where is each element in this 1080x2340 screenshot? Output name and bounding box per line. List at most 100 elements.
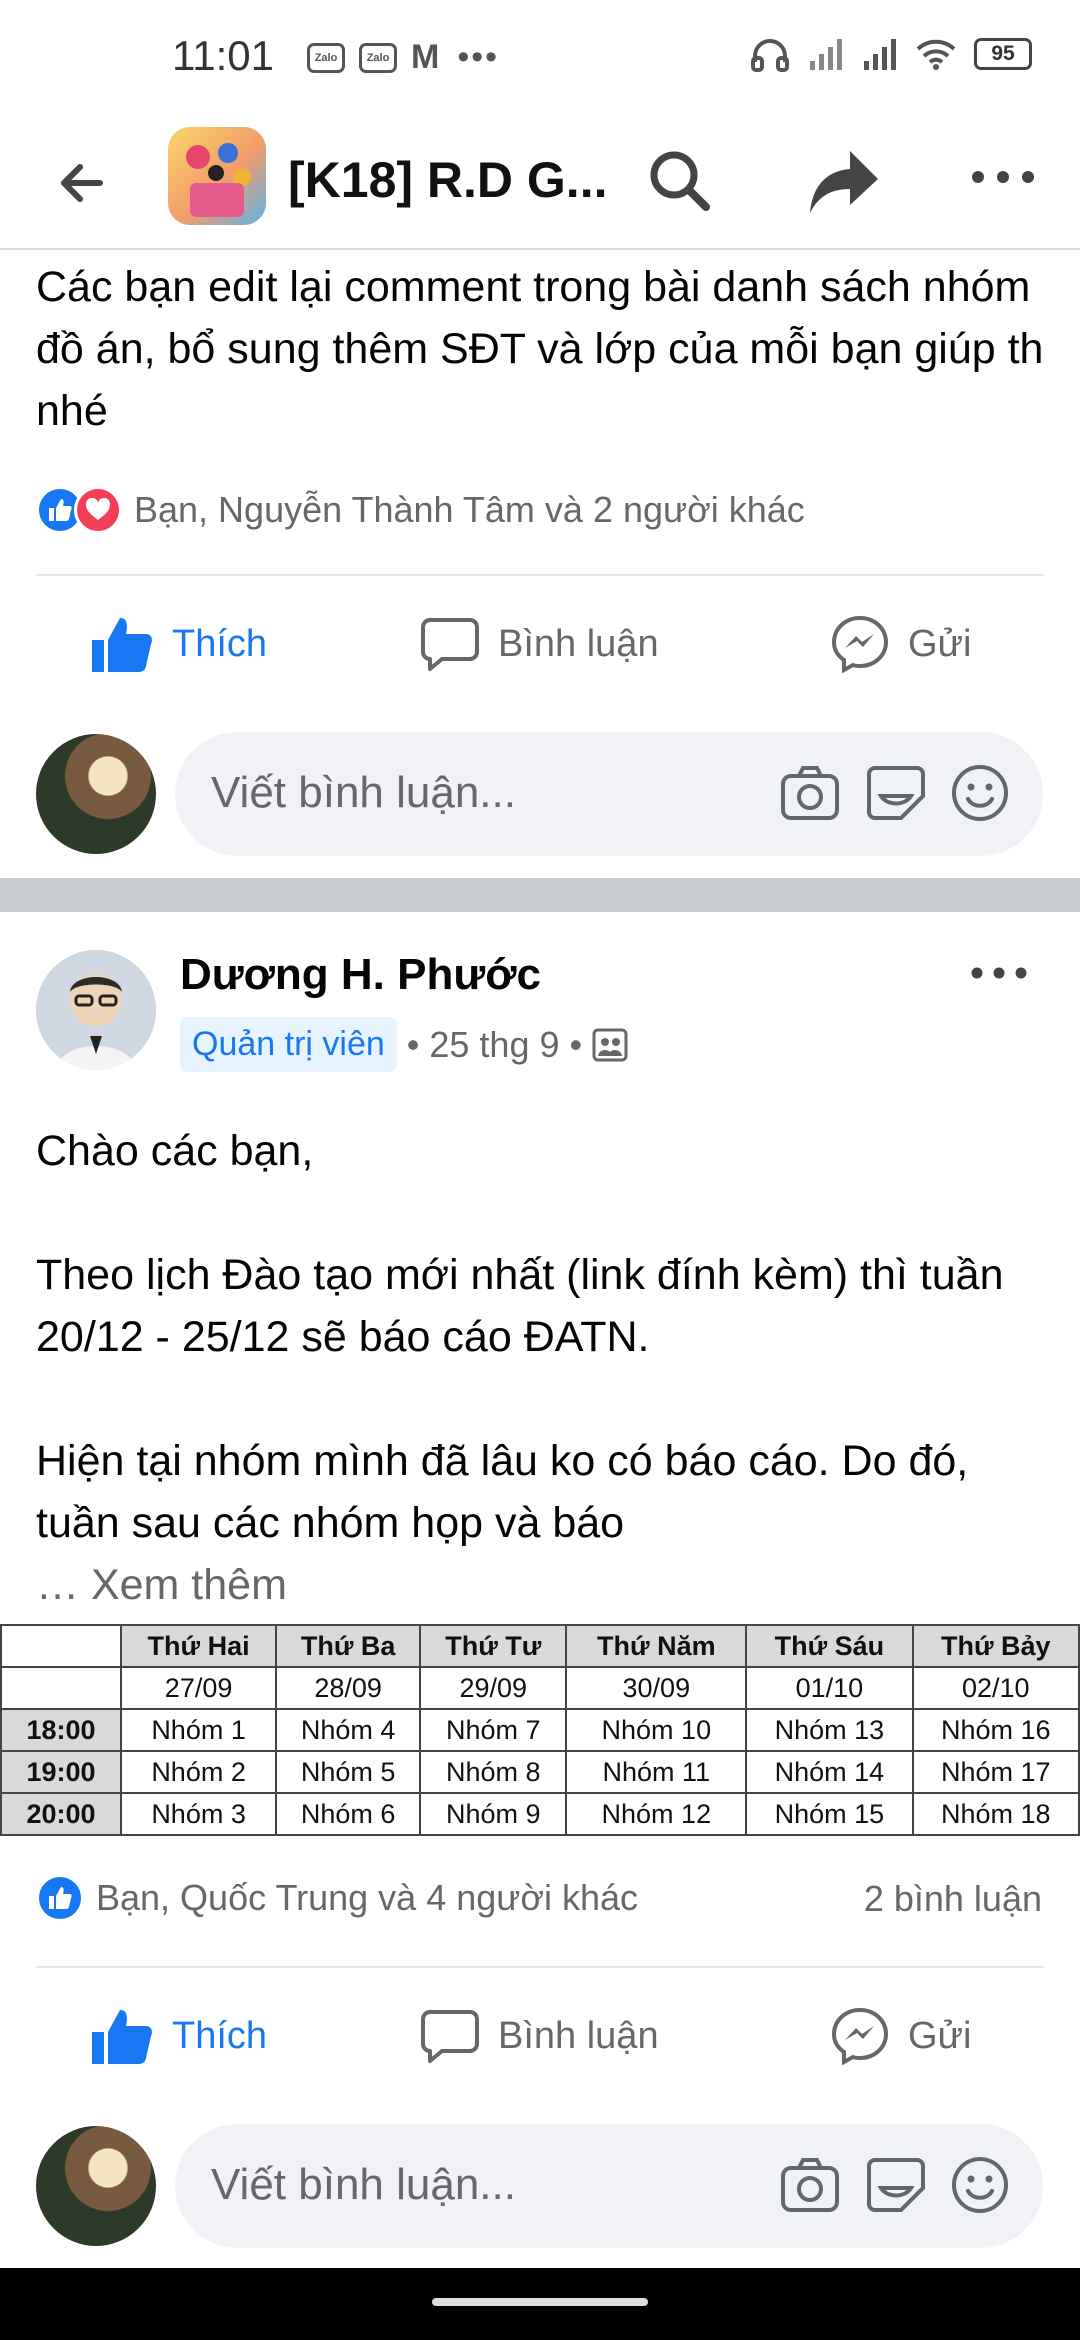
author-name[interactable]: Dương H. Phước [180,950,541,1000]
group-avatar[interactable] [168,127,266,225]
table-cell: Nhóm 13 [745,1708,914,1752]
group-title[interactable]: [K18] R.D G... [288,151,607,209]
thumbs-up-icon [92,618,152,672]
battery-icon: 95 [974,38,1032,70]
comment-input[interactable]: Viết bình luận... [175,2124,1043,2248]
reactions-summary[interactable]: Bạn, Nguyễn Thành Tâm và 2 người khác [36,484,805,536]
group-privacy-icon [592,1028,628,1061]
table-cell: Nhóm 10 [565,1708,748,1752]
emoji-icon[interactable] [949,2154,1011,2216]
comment-button[interactable]: Bình luận [420,594,659,694]
group-header: [K18] R.D G... [0,115,1080,250]
date-cell: 29/09 [419,1666,568,1710]
send-button[interactable]: Gửi [830,1986,971,2086]
schedule-image[interactable]: Thứ Hai Thứ Ba Thứ Tư Thứ Năm Thứ Sáu Th… [0,1624,1080,1836]
day-header: Thứ Ba [275,1624,422,1668]
table-cell: Nhóm 6 [275,1792,422,1836]
back-arrow-icon[interactable] [52,153,112,213]
divider [36,574,1044,576]
table-date-row: 27/09 28/09 29/09 30/09 01/10 02/10 [0,1666,1080,1710]
comment-placeholder: Viết bình luận... [211,2160,516,2209]
day-header: Thứ Tư [419,1624,568,1668]
share-icon[interactable] [806,145,882,217]
post-more-icon[interactable] [970,958,1028,988]
send-button[interactable]: Gửi [830,594,971,694]
comment-bubble-icon [421,2010,479,2063]
table-row: 19:00 Nhóm 2 Nhóm 5 Nhóm 8 Nhóm 11 Nhóm … [0,1750,1080,1794]
more-icon[interactable] [968,157,1038,197]
messenger-icon [831,2007,889,2066]
comments-count[interactable]: 2 bình luận [864,1878,1042,1920]
status-time: 11:01 [172,32,274,79]
table-cell: Nhóm 15 [745,1792,914,1836]
table-cell: Nhóm 3 [119,1792,278,1836]
user-avatar[interactable] [36,734,156,854]
like-label: Thích [172,2014,268,2057]
time-cell: 19:00 [0,1750,122,1794]
divider [36,1966,1044,1968]
date-cell: 28/09 [275,1666,422,1710]
table-cell: Nhóm 7 [419,1708,568,1752]
comment-bubble-icon [421,618,479,671]
reactions-summary[interactable]: Bạn, Quốc Trung và 4 người khác [36,1874,638,1922]
comment-composer: Viết bình luận... [0,2124,1080,2248]
table-cell: Nhóm 18 [911,1792,1080,1836]
table-cell: Nhóm 1 [119,1708,278,1752]
status-bar: 11:01 Zalo Zalo M ••• 95 [0,0,1080,115]
zalo-icon: Zalo [307,42,345,73]
day-header: Thứ Sáu [745,1624,914,1668]
day-header: Thứ Hai [119,1624,278,1668]
post-meta: Quản trị viên • 25 thg 9 • [180,1017,628,1072]
camera-icon[interactable] [779,2154,841,2216]
day-header: Thứ Năm [565,1624,748,1668]
table-cell: Nhóm 14 [745,1750,914,1794]
like-reaction-icon [36,1874,84,1922]
comment-button[interactable]: Bình luận [420,1986,659,2086]
table-cell: Nhóm 2 [119,1750,278,1794]
table-cell: Nhóm 11 [565,1750,748,1794]
headphones-icon [751,39,789,72]
time-cell: 20:00 [0,1792,122,1836]
comment-label: Bình luận [498,2014,659,2057]
user-avatar[interactable] [36,2126,156,2246]
sticker-icon[interactable] [865,762,927,824]
post-paragraph: Theo lịch Đào tạo mới nhất (link đính kè… [36,1251,1004,1361]
messenger-icon [831,615,889,674]
date-cell: 02/10 [911,1666,1080,1710]
table-row: 20:00 Nhóm 3 Nhóm 6 Nhóm 9 Nhóm 12 Nhóm … [0,1792,1080,1836]
signal-icon [810,39,842,70]
search-icon[interactable] [644,145,716,217]
date-cell: 27/09 [119,1666,278,1710]
like-label: Thích [172,622,268,665]
table-cell: Nhóm 9 [419,1792,568,1836]
like-button[interactable]: Thích [90,594,267,694]
camera-icon[interactable] [779,762,841,824]
post-body: Chào các bạn, Theo lịch Đào tạo mới nhất… [36,1120,1046,1616]
zalo-icon: Zalo [359,42,397,73]
home-handle[interactable] [432,2298,648,2306]
table-cell: Nhóm 4 [275,1708,422,1752]
admin-badge[interactable]: Quản trị viên [180,1017,397,1072]
comment-label: Bình luận [498,622,659,665]
like-button[interactable]: Thích [90,1986,267,2086]
love-reaction-icon [74,486,122,534]
comment-input[interactable]: Viết bình luận... [175,732,1043,856]
emoji-icon[interactable] [949,762,1011,824]
date-cell: 30/09 [565,1666,748,1710]
table-cell: Nhóm 16 [911,1708,1080,1752]
more-dots-icon: ••• [457,38,500,76]
table-cell: Nhóm 17 [911,1750,1080,1794]
post-date[interactable]: 25 thg 9 [429,1024,559,1066]
system-nav-bar [0,2268,1080,2340]
author-avatar[interactable] [36,950,156,1070]
signal-icon [864,39,896,70]
table-header-row: Thứ Hai Thứ Ba Thứ Tư Thứ Năm Thứ Sáu Th… [0,1624,1080,1668]
gmail-icon: M [411,38,440,76]
see-more-link[interactable]: … Xem thêm [36,1554,1046,1616]
sticker-icon[interactable] [865,2154,927,2216]
meta-separator: • [569,1023,583,1065]
table-corner [0,1624,122,1668]
table-cell: Nhóm 8 [419,1750,568,1794]
time-cell: 18:00 [0,1708,122,1752]
send-label: Gửi [908,2014,972,2057]
